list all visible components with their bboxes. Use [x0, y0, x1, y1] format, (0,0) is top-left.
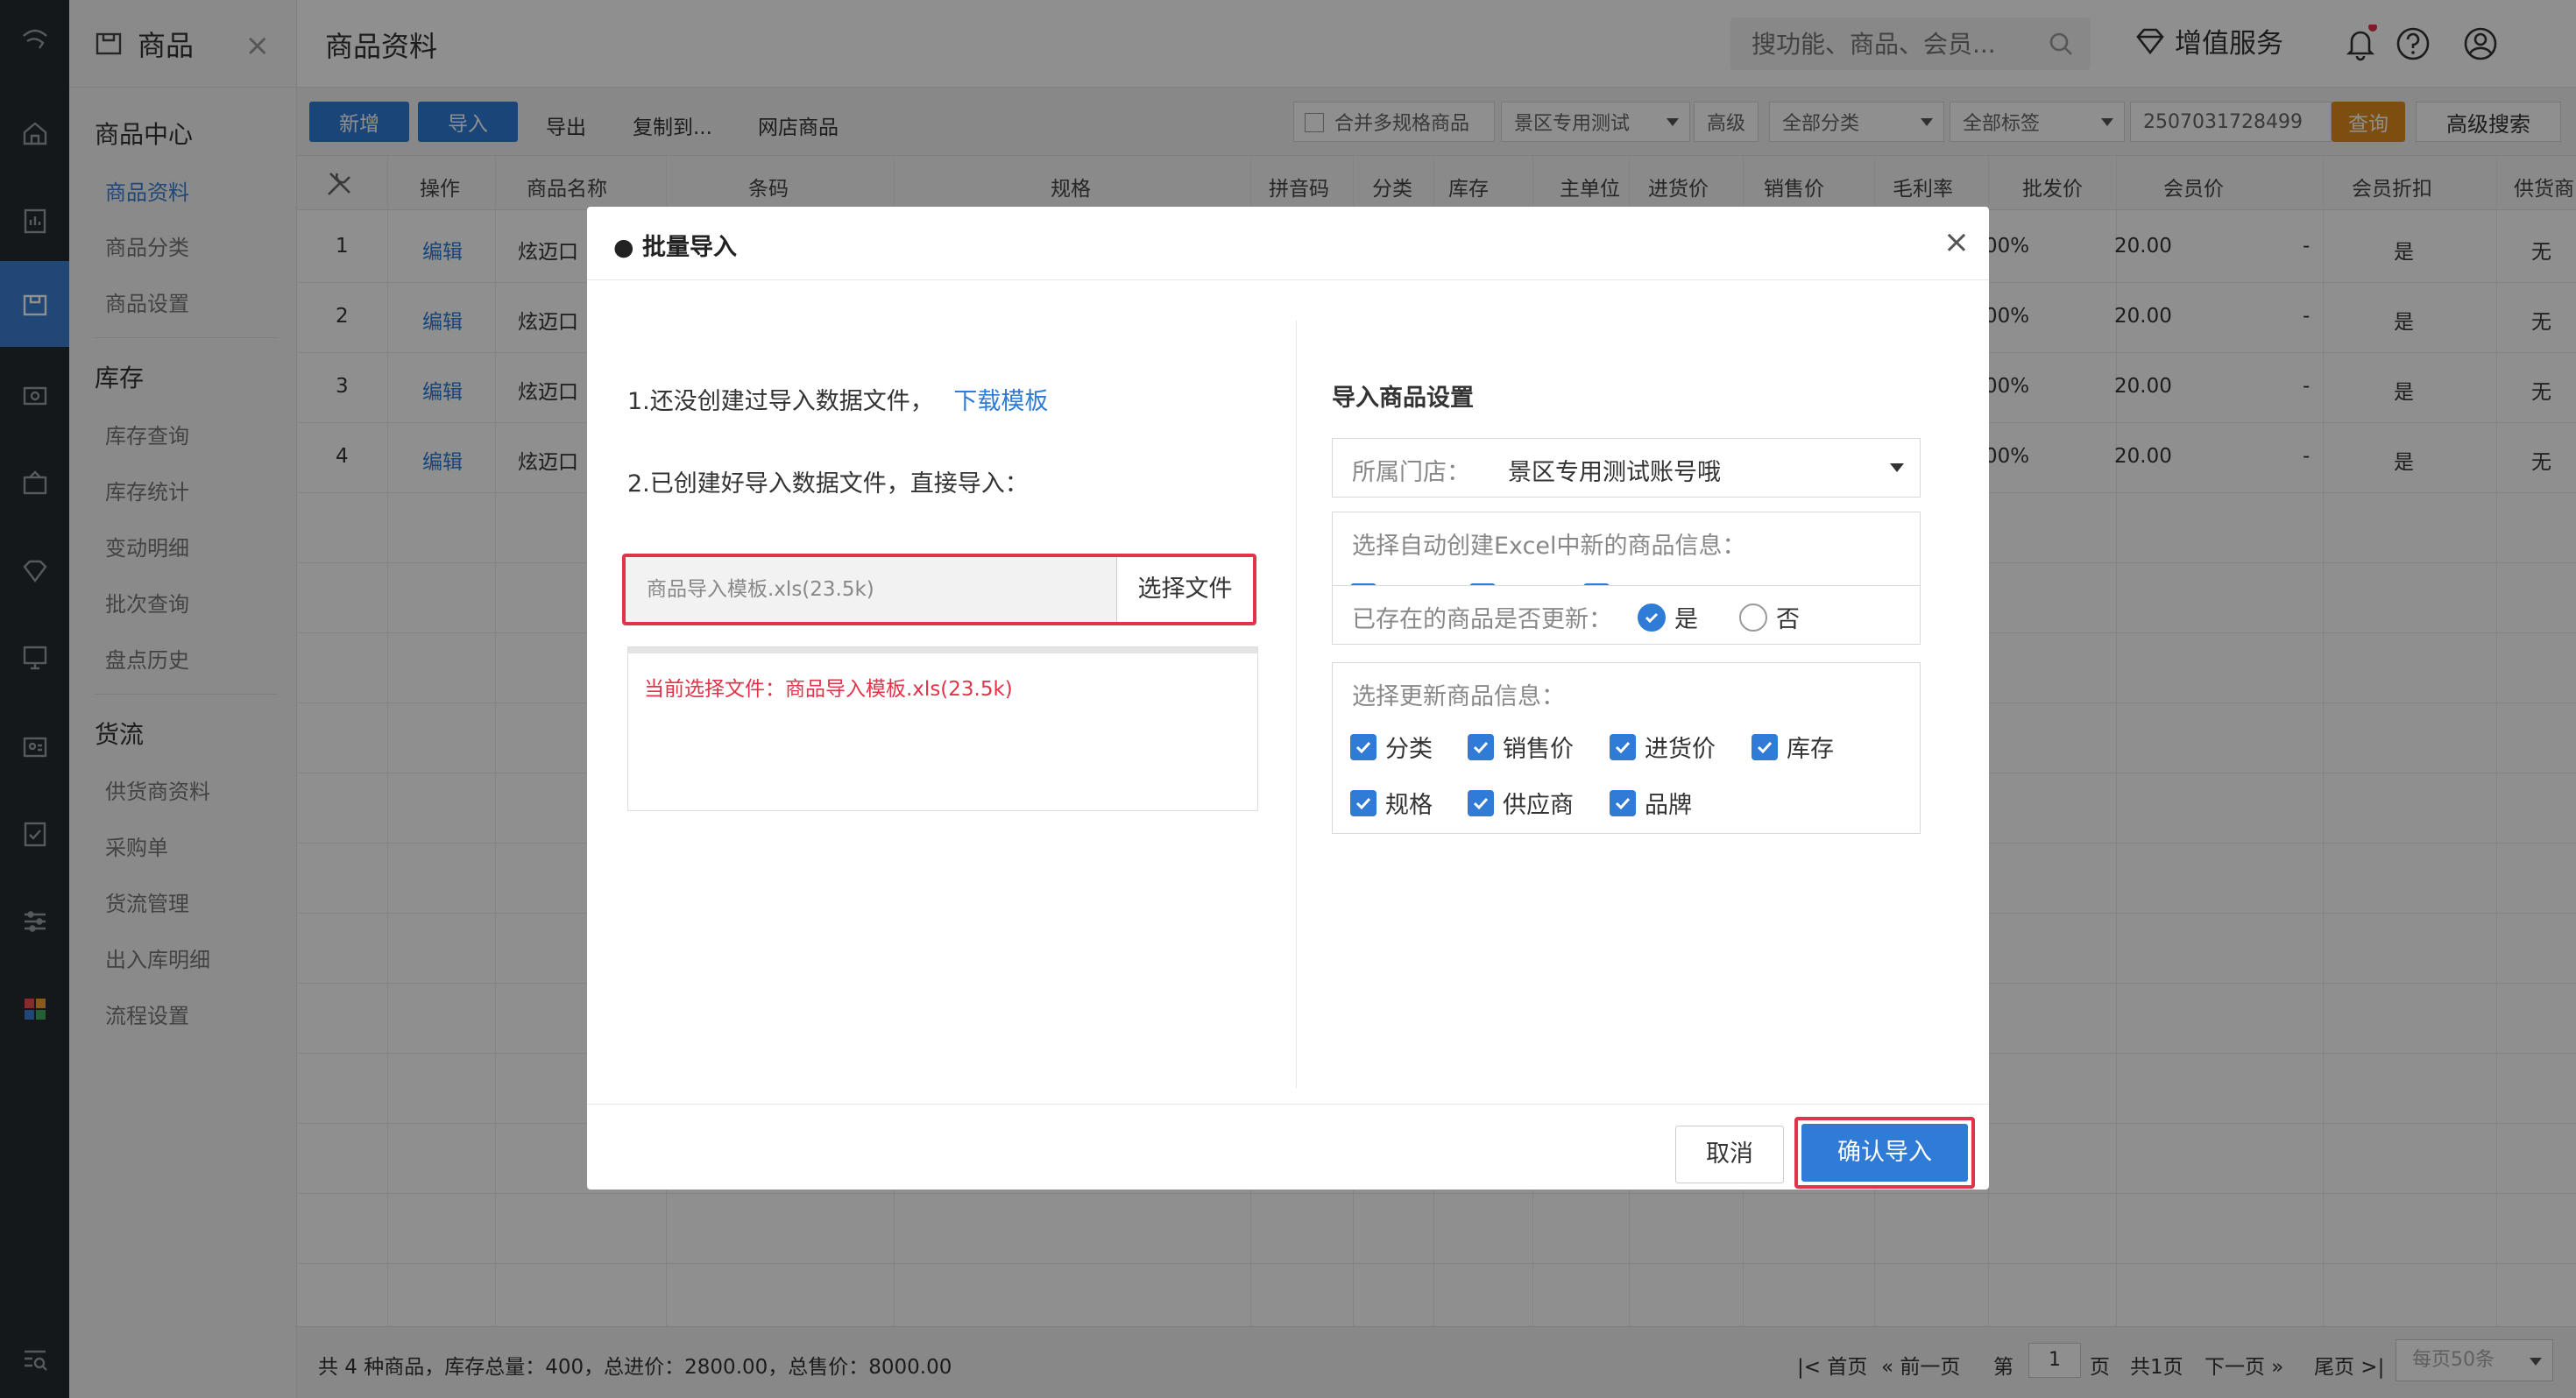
checkbox-label: 品牌 — [1645, 792, 1692, 819]
upload-progress-bar — [628, 647, 1257, 653]
store-label: 所属门店： — [1352, 459, 1470, 486]
update-fields-group: 选择更新商品信息： 分类 销售价 进货价 库存 规格 供应商 品牌 — [1332, 662, 1921, 834]
batch-import-dialog: ● 批量导入 × 1.还没创建过导入数据文件， 下载模板 2.已创建好导入数据文… — [587, 207, 1989, 1190]
choose-file-button[interactable]: 选择文件 — [1116, 557, 1253, 622]
checkbox-label: 分类 — [1385, 736, 1433, 763]
update-no-radio[interactable]: 否 — [1739, 600, 1800, 634]
checkbox-checked-icon — [1610, 733, 1636, 760]
checkbox-label: 供应商 — [1503, 792, 1574, 819]
download-template-link[interactable]: 下载模板 — [953, 388, 1048, 415]
step-one-text: 1.还没创建过导入数据文件， 下载模板 — [627, 382, 1048, 416]
step-one-label: 1.还没创建过导入数据文件， — [627, 388, 934, 415]
radio-label: 否 — [1776, 606, 1800, 633]
update-brand-checkbox[interactable]: 品牌 — [1610, 786, 1692, 820]
update-existing-label: 已存在的商品是否更新： — [1352, 606, 1612, 633]
update-fields-label: 选择更新商品信息： — [1352, 683, 1565, 710]
file-picker[interactable]: 商品导入模板.xls(23.5k) 选择文件 — [622, 554, 1256, 625]
dialog-header: ● 批量导入 × — [587, 207, 1989, 280]
step-two-text: 2.已创建好导入数据文件，直接导入： — [627, 470, 1029, 498]
current-file-text: 当前选择文件：商品导入模板.xls(23.5k) — [644, 678, 1013, 701]
column-divider — [1296, 321, 1297, 1088]
checkbox-label: 进货价 — [1645, 736, 1716, 763]
checkbox-checked-icon — [1610, 789, 1636, 816]
checkbox-checked-icon — [1752, 733, 1778, 760]
update-spec-checkbox[interactable]: 规格 — [1350, 786, 1433, 820]
dialog-title-text: 批量导入 — [641, 234, 737, 261]
confirm-highlight: 确认导入 — [1794, 1117, 1975, 1189]
store-value: 景区专用测试账号哦 — [1508, 459, 1721, 486]
update-purchase-price-checkbox[interactable]: 进货价 — [1610, 730, 1716, 764]
update-sale-price-checkbox[interactable]: 销售价 — [1468, 730, 1574, 764]
update-supplier-checkbox[interactable]: 供应商 — [1468, 786, 1574, 820]
dialog-body: 1.还没创建过导入数据文件， 下载模板 2.已创建好导入数据文件，直接导入： 商… — [587, 280, 1989, 1104]
dialog-footer: 取消 确认导入 — [587, 1104, 1989, 1190]
dialog-title: ● 批量导入 — [613, 234, 737, 261]
chevron-down-icon — [1890, 463, 1904, 472]
radio-checked-icon — [1638, 603, 1666, 632]
close-icon[interactable]: × — [1943, 224, 1970, 260]
radio-label: 是 — [1674, 606, 1698, 633]
checkbox-checked-icon — [1350, 733, 1376, 760]
settings-title: 导入商品设置 — [1332, 385, 1474, 412]
checkbox-checked-icon — [1468, 733, 1494, 760]
update-stock-checkbox[interactable]: 库存 — [1752, 730, 1834, 764]
update-category-checkbox[interactable]: 分类 — [1350, 730, 1433, 764]
selected-file-name: 商品导入模板.xls(23.5k) — [626, 557, 1116, 622]
file-info-box: 当前选择文件：商品导入模板.xls(23.5k) — [627, 646, 1258, 811]
auto-create-label: 选择自动创建Excel中新的商品信息： — [1352, 533, 1746, 560]
cancel-button[interactable]: 取消 — [1675, 1126, 1784, 1183]
confirm-import-button[interactable]: 确认导入 — [1801, 1124, 1968, 1182]
checkbox-label: 库存 — [1787, 736, 1834, 763]
update-yes-radio[interactable]: 是 — [1638, 600, 1698, 634]
radio-unchecked-icon — [1739, 603, 1767, 632]
checkbox-checked-icon — [1350, 789, 1376, 816]
checkbox-label: 规格 — [1385, 792, 1433, 819]
checkbox-label: 销售价 — [1503, 736, 1574, 763]
checkbox-checked-icon — [1468, 789, 1494, 816]
update-existing-group: 已存在的商品是否更新： 是 否 — [1332, 585, 1921, 645]
store-select[interactable]: 所属门店： 景区专用测试账号哦 — [1332, 438, 1921, 498]
